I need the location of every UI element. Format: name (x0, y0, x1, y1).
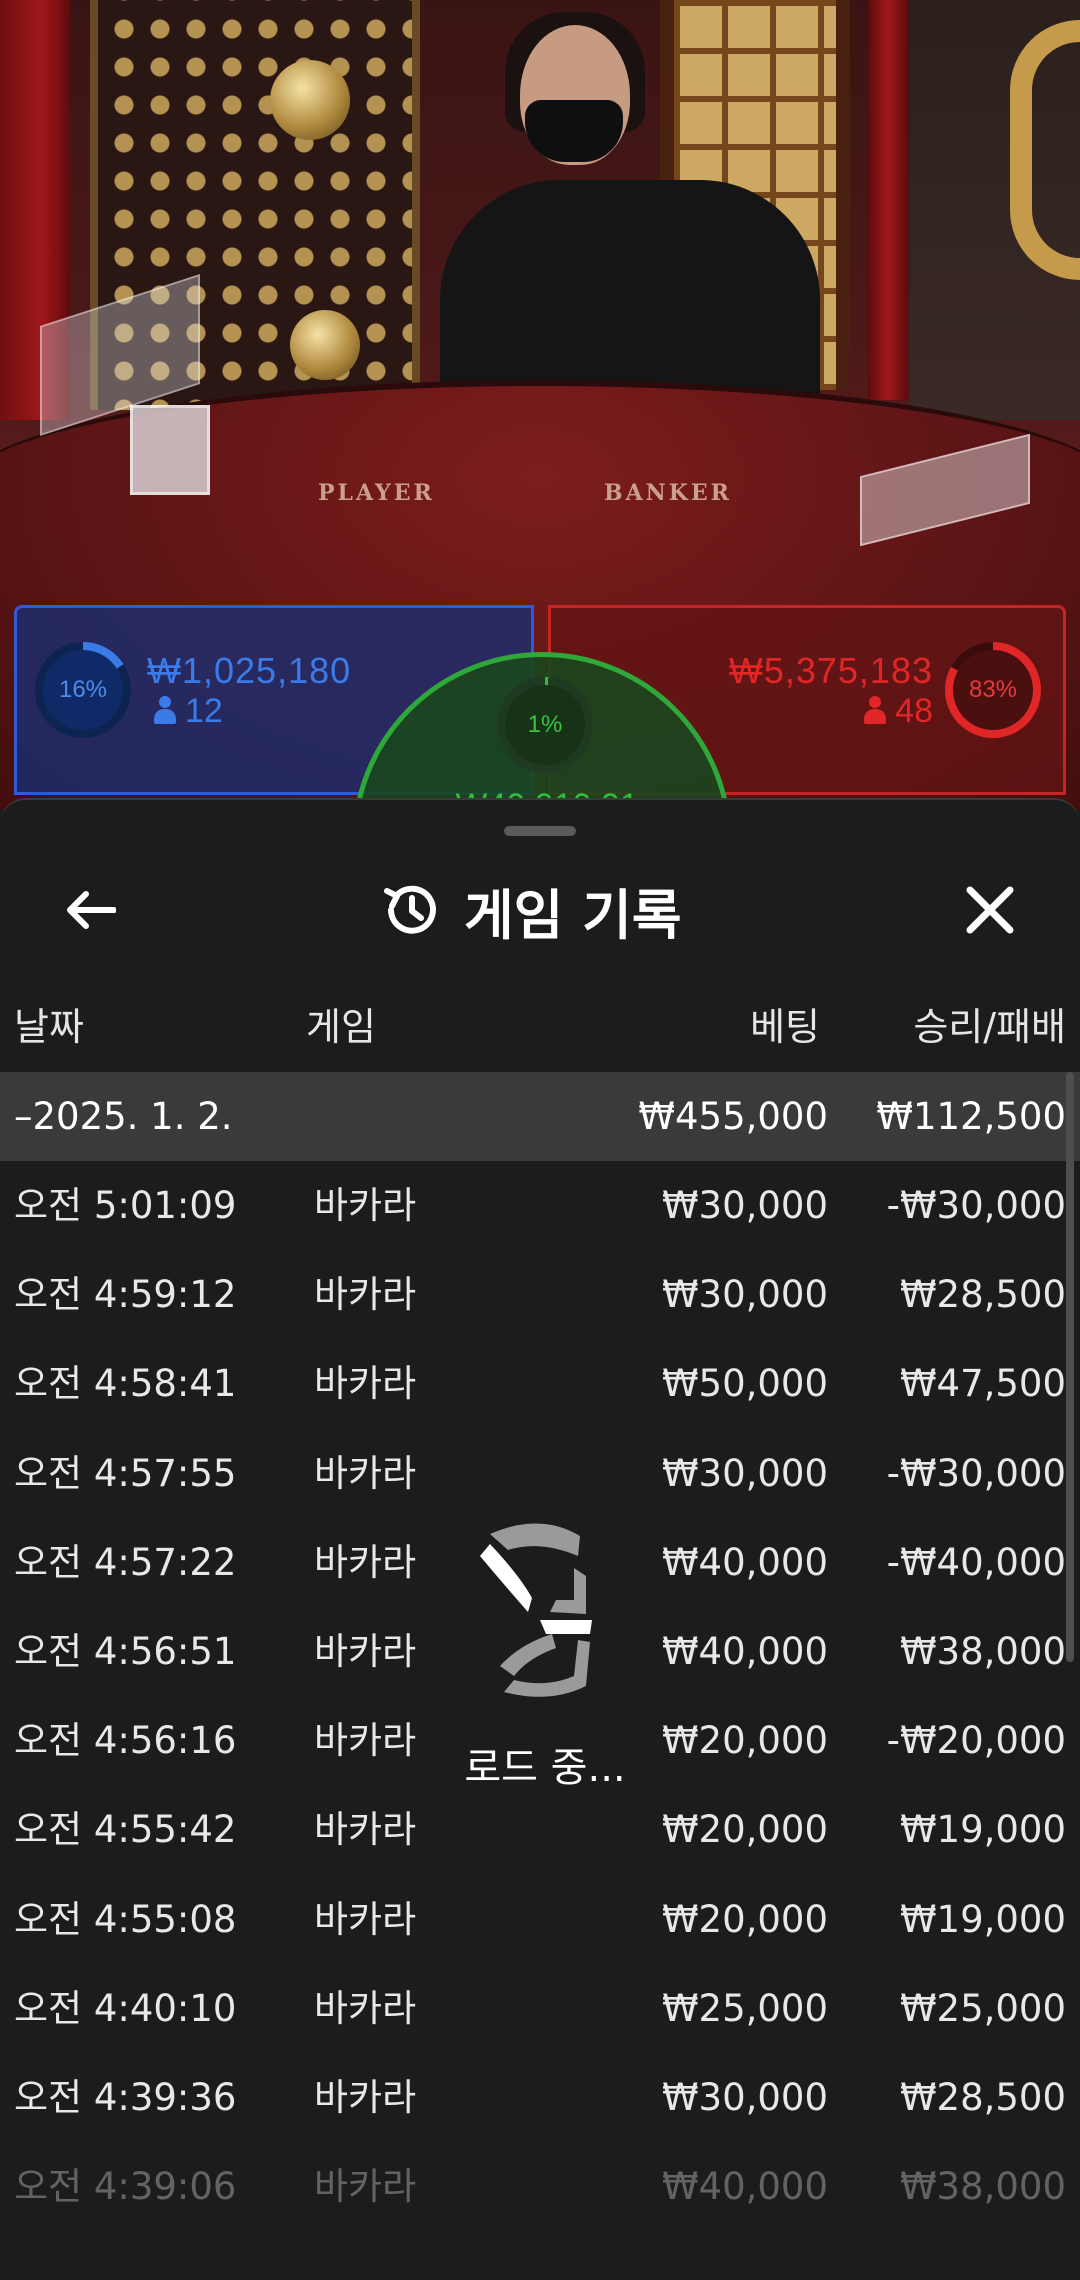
close-icon (966, 886, 1014, 934)
person-icon (863, 696, 887, 724)
loading-spinner-icon (480, 1523, 592, 1697)
felt-player-label: PLAYER (318, 480, 435, 506)
day-result-total: ₩112,500 (876, 1095, 1066, 1138)
gold-knob (270, 60, 350, 140)
banker-count-value: 48 (895, 692, 933, 730)
close-button[interactable] (950, 870, 1030, 950)
row-bet: ₩30,000 (661, 2076, 828, 2119)
sheet-header: 게임 기록 (380, 868, 682, 952)
gold-knob (290, 310, 360, 380)
table-row[interactable]: 오전 4:57:55 바카라 ₩30,000 -₩30,000 (0, 1429, 1080, 1518)
row-result: ₩28,500 (899, 2076, 1066, 2119)
row-game: 바카라 (314, 1362, 417, 1406)
gold-arch (1010, 20, 1080, 280)
row-bet: ₩30,000 (661, 1451, 828, 1495)
history-icon (384, 885, 436, 934)
back-button[interactable] (50, 870, 130, 950)
table-row[interactable]: 오전 5:01:09 바카라 ₩30,000 -₩30,000 (0, 1161, 1080, 1250)
player-count-value: 12 (185, 692, 223, 730)
row-time: 오전 4:56:16 (14, 1719, 237, 1763)
banker-count: 48 (863, 692, 933, 731)
row-time: 오전 4:39:06 (14, 2165, 237, 2209)
row-bet: ₩30,000 (661, 1184, 828, 1227)
row-time: 오전 4:40:10 (14, 1986, 237, 2030)
day-bet-total: ₩455,000 (638, 1095, 828, 1138)
row-game: 바카라 (314, 1719, 417, 1763)
row-game: 바카라 (314, 1273, 417, 1317)
row-bet: ₩50,000 (661, 1362, 828, 1406)
row-result: ₩19,000 (899, 1897, 1066, 1941)
table-row[interactable]: 오전 4:55:08 바카라 ₩20,000 ₩19,000 (0, 1875, 1080, 1964)
player-bet-amount: ₩1,025,180 (147, 650, 352, 691)
row-time: 오전 4:59:12 (14, 1273, 237, 1317)
row-bet: ₩40,000 (661, 1540, 828, 1584)
row-result: ₩19,000 (899, 1808, 1066, 1852)
row-result: ₩38,000 (899, 2165, 1066, 2209)
banker-percent-ring: 83% (945, 642, 1041, 738)
tie-percent: 1% (505, 685, 585, 765)
row-game: 바카라 (314, 2165, 417, 2209)
row-game: 바카라 (314, 1540, 417, 1584)
column-header-bet[interactable]: 베팅 (750, 996, 820, 1051)
row-time: 오전 4:57:55 (14, 1451, 237, 1495)
sheet-drag-handle[interactable] (504, 826, 576, 836)
banker-percent: 83% (953, 650, 1033, 730)
table-row[interactable]: 오전 4:39:06 바카라 ₩40,000 ₩38,000 (0, 2142, 1080, 2231)
column-header-game[interactable]: 게임 (306, 996, 376, 1051)
row-result: -₩20,000 (886, 1719, 1066, 1763)
row-bet: ₩20,000 (661, 1808, 828, 1852)
scrollbar[interactable] (1066, 1072, 1074, 1662)
row-bet: ₩20,000 (661, 1719, 828, 1763)
row-game: 바카라 (314, 1184, 417, 1227)
tie-percent-ring: 1% (497, 677, 593, 773)
table-row[interactable]: 오전 4:55:42 바카라 ₩20,000 ₩19,000 (0, 1785, 1080, 1874)
row-game: 바카라 (314, 1897, 417, 1941)
row-result: ₩47,500 (899, 1362, 1066, 1406)
row-time: 오전 4:56:51 (14, 1630, 237, 1673)
banker-bet-amount: ₩5,375,183 (728, 650, 933, 691)
row-game: 바카라 (314, 2076, 417, 2119)
loading-text: 로드 중... (464, 1745, 626, 1791)
card-stack (130, 405, 210, 495)
row-bet: ₩30,000 (661, 1273, 828, 1317)
row-time: 오전 4:58:41 (14, 1362, 237, 1406)
table-row[interactable]: 오전 4:40:10 바카라 ₩25,000 ₩25,000 (0, 1964, 1080, 2053)
row-result: ₩28,500 (899, 1273, 1066, 1317)
player-percent-ring: 16% (35, 642, 131, 738)
row-result: -₩30,000 (886, 1184, 1066, 1227)
table-row[interactable]: 오전 4:39:36 바카라 ₩30,000 ₩28,500 (0, 2053, 1080, 2142)
row-game: 바카라 (314, 1808, 417, 1852)
row-result: ₩25,000 (899, 1986, 1066, 2030)
day-summary-row[interactable]: –2025. 1. 2. ₩455,000 ₩112,500 (0, 1072, 1080, 1161)
person-icon (153, 696, 177, 724)
column-header-date[interactable]: 날짜 (14, 996, 84, 1051)
row-time: 오전 4:57:22 (14, 1540, 237, 1584)
table-row[interactable]: 오전 4:58:41 바카라 ₩50,000 ₩47,500 (0, 1339, 1080, 1428)
row-game: 바카라 (314, 1451, 417, 1495)
day-date: –2025. 1. 2. (14, 1095, 233, 1138)
row-bet: ₩20,000 (661, 1897, 828, 1941)
row-game: 바카라 (314, 1986, 417, 2030)
row-time: 오전 4:55:08 (14, 1897, 237, 1941)
player-count: 12 (153, 692, 223, 731)
row-result: ₩38,000 (899, 1630, 1066, 1673)
row-time: 오전 4:55:42 (14, 1808, 237, 1852)
column-header-result[interactable]: 승리/패배 (913, 996, 1066, 1051)
row-result: -₩30,000 (886, 1451, 1066, 1495)
row-time: 오전 4:39:36 (14, 2076, 237, 2119)
row-result: -₩40,000 (886, 1540, 1066, 1584)
row-bet: ₩40,000 (661, 2165, 828, 2209)
table-row[interactable]: 오전 4:59:12 바카라 ₩30,000 ₩28,500 (0, 1250, 1080, 1339)
page-title: 게임 기록 (464, 883, 682, 947)
arrow-left-icon (67, 891, 116, 929)
felt-banker-label: BANKER (604, 480, 732, 506)
row-bet: ₩25,000 (661, 1986, 828, 2030)
player-percent: 16% (43, 650, 123, 730)
row-bet: ₩40,000 (661, 1630, 828, 1673)
row-time: 오전 5:01:09 (14, 1184, 237, 1227)
pillar (868, 0, 908, 400)
row-game: 바카라 (314, 1630, 417, 1673)
dealer-mask (525, 100, 623, 162)
